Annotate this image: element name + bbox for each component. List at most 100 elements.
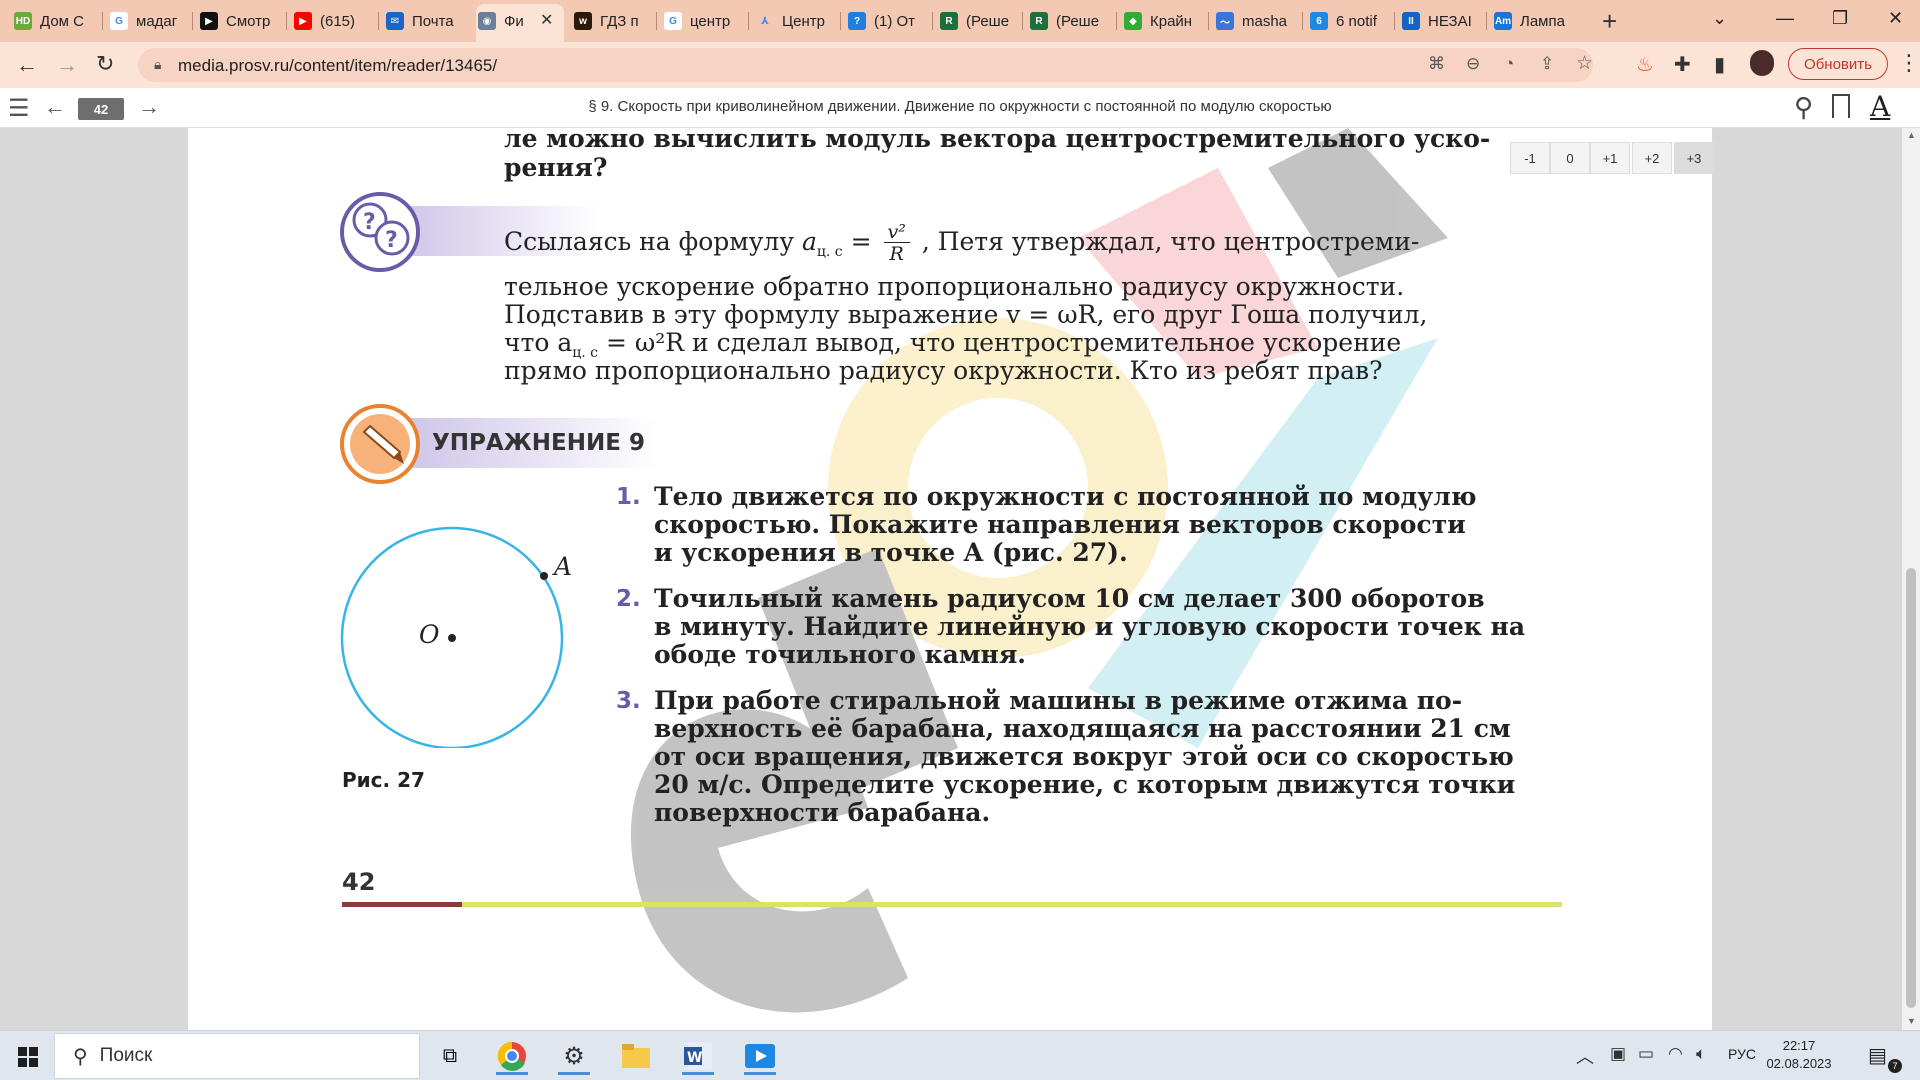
tab-favicon-icon: HD	[14, 12, 32, 30]
share-icon[interactable]: ⇪	[1540, 54, 1554, 74]
maximize-button[interactable]: ❐	[1832, 8, 1848, 29]
lock-icon[interactable]: 🔒︎	[154, 56, 161, 73]
browser-tab[interactable]: ? (1) От	[848, 6, 928, 36]
exercise-text-line: ободе точильного камня.	[654, 640, 1027, 669]
battery-icon[interactable]: ▭	[1638, 1044, 1654, 1064]
zoom-button[interactable]: +3	[1674, 142, 1714, 174]
tab-favicon-icon: 〜	[1216, 12, 1234, 30]
font-settings-icon[interactable]: A	[1870, 90, 1890, 123]
tab-favicon-icon: R	[940, 12, 958, 30]
tab-separator	[656, 12, 657, 30]
minimize-button[interactable]: —	[1776, 8, 1794, 29]
exercise-text-line: 20 м/с. Определите ускорение, с которым …	[654, 770, 1516, 799]
task-view-icon[interactable]: ⧉	[430, 1037, 470, 1075]
browser-tab[interactable]: w ГДЗ п	[574, 6, 654, 36]
windows-start-icon[interactable]	[18, 1047, 38, 1067]
tab-label: мадаг	[136, 12, 178, 30]
tab-label: Лампа	[1520, 12, 1565, 30]
chrome-app-icon[interactable]	[492, 1037, 532, 1075]
zoom-icon[interactable]: ⊖	[1466, 54, 1480, 74]
bookmark-star-icon[interactable]: ☆	[1576, 52, 1593, 75]
browser-tab[interactable]: ▶ Смотр	[200, 6, 280, 36]
tab-label: 6 notif	[1336, 12, 1377, 30]
extensions-puzzle-icon[interactable]: ✚	[1674, 52, 1691, 77]
tab-favicon-icon: 6	[1310, 12, 1328, 30]
side-panel-icon[interactable]: ▮	[1714, 52, 1725, 77]
update-button[interactable]: Обновить	[1788, 48, 1888, 80]
back-arrow-icon[interactable]: ←	[16, 52, 38, 78]
browser-tab[interactable]: II НЕЗАІ	[1402, 6, 1482, 36]
exercise-text-line: и ускорения в точке A (рис. 27).	[654, 538, 1128, 567]
volume-icon[interactable]: 🔈︎	[1696, 1044, 1706, 1064]
tab-label: masha	[1242, 12, 1288, 30]
tab-favicon-icon: G	[664, 12, 682, 30]
tab-separator	[1486, 12, 1487, 30]
tab-separator	[840, 12, 841, 30]
menu-kebab-icon[interactable]: ⋮	[1898, 50, 1920, 76]
tab-label: Крайн	[1150, 12, 1193, 30]
browser-tab[interactable]: HD Дом С	[14, 6, 94, 36]
exercise-text-line: Точильный камень радиусом 10 см делает 3…	[654, 584, 1485, 613]
browser-tab[interactable]: 〜 masha	[1216, 6, 1296, 36]
text-line: прямо пропорционально радиусу окружности…	[504, 356, 1383, 385]
scrollbar[interactable]: ▲ ▼	[1902, 128, 1920, 1030]
page-number: 42	[342, 868, 376, 896]
notifications-icon[interactable]: ▤	[1868, 1043, 1887, 1068]
tab-label: НЕЗАІ	[1428, 12, 1472, 30]
browser-tab[interactable]: ⅄ Центр	[756, 6, 836, 36]
exercise-title: УПРАЖНЕНИЕ 9	[432, 430, 645, 456]
media-player-icon[interactable]	[740, 1037, 780, 1075]
taskbar-search[interactable]: ⚲ Поиск	[54, 1033, 420, 1079]
browser-tab[interactable]: ◉ Фи	[478, 6, 542, 36]
search-icon[interactable]: ⚲	[1794, 92, 1813, 123]
extension-fire-icon[interactable]: ♨	[1636, 52, 1654, 77]
browser-tab[interactable]: ◆ Крайн	[1124, 6, 1204, 36]
text-line: Подставив в эту формулу выражение v = ωR…	[504, 300, 1428, 329]
settings-gear-icon[interactable]: ⚙	[554, 1037, 594, 1075]
scroll-up-icon[interactable]: ▲	[1907, 130, 1916, 140]
browser-tab[interactable]: ▶ (615)	[294, 6, 374, 36]
forward-arrow-icon[interactable]: →	[56, 52, 78, 78]
browser-tab[interactable]: R (Реше	[940, 6, 1020, 36]
scroll-thumb[interactable]	[1906, 568, 1916, 1008]
browser-tab[interactable]: Am Лампа	[1494, 6, 1574, 36]
exercise-text-line: от оси вращения, движется вокруг этой ос…	[654, 742, 1514, 771]
translate-icon[interactable]: ⌘	[1428, 54, 1445, 74]
scroll-down-icon[interactable]: ▼	[1907, 1016, 1916, 1026]
tab-favicon-icon: w	[574, 12, 592, 30]
tab-label: (Реше	[966, 12, 1010, 30]
chevron-up-icon[interactable]: ︿	[1576, 1043, 1594, 1069]
browser-tab[interactable]: ✉ Почта	[386, 6, 466, 36]
url-text: media.prosv.ru/content/item/reader/13465…	[178, 56, 498, 75]
bookmark-icon[interactable]	[1832, 94, 1850, 118]
tab-label: Центр	[782, 12, 825, 30]
zoom-button[interactable]: +2	[1632, 142, 1672, 174]
address-bar[interactable]: 🔒︎ media.prosv.ru/content/item/reader/13…	[138, 48, 1593, 82]
notification-count-badge: 7	[1888, 1059, 1902, 1073]
file-explorer-icon[interactable]	[616, 1037, 656, 1075]
word-app-icon[interactable]: W	[678, 1037, 718, 1075]
clock[interactable]: 22:17 02.08.2023	[1754, 1037, 1844, 1073]
zoom-button[interactable]: 0	[1550, 142, 1590, 174]
tab-label: Фи	[504, 12, 524, 30]
exercise-text-line: При работе стиральной машины в режиме от…	[654, 686, 1463, 715]
browser-tab[interactable]: Gцентр	[664, 6, 744, 36]
tab-search-icon[interactable]: ⌄	[1712, 8, 1727, 29]
exercise-number: 3.	[616, 688, 641, 714]
browser-tab[interactable]: 6 6 notif	[1310, 6, 1390, 36]
tab-favicon-icon: ⅄	[756, 12, 774, 30]
profile-avatar[interactable]	[1750, 50, 1774, 76]
close-window-button[interactable]: ✕	[1888, 8, 1903, 29]
browser-tab[interactable]: R (Реше	[1030, 6, 1110, 36]
new-tab-button[interactable]: +	[1602, 6, 1617, 37]
reload-icon[interactable]: ↻	[96, 51, 114, 77]
close-tab-icon[interactable]: ✕	[540, 10, 553, 30]
chapter-title: § 9. Скорость при криволинейном движении…	[588, 98, 1332, 115]
zoom-button[interactable]: -1	[1510, 142, 1550, 174]
device-icon[interactable]: ▣	[1610, 1044, 1626, 1064]
language-indicator[interactable]: РУС	[1728, 1046, 1756, 1062]
performance-icon[interactable]: ◔	[1504, 54, 1514, 74]
zoom-button[interactable]: +1	[1590, 142, 1630, 174]
wifi-icon[interactable]: ◠	[1668, 1044, 1683, 1064]
browser-tab[interactable]: Gмадаг	[110, 6, 190, 36]
